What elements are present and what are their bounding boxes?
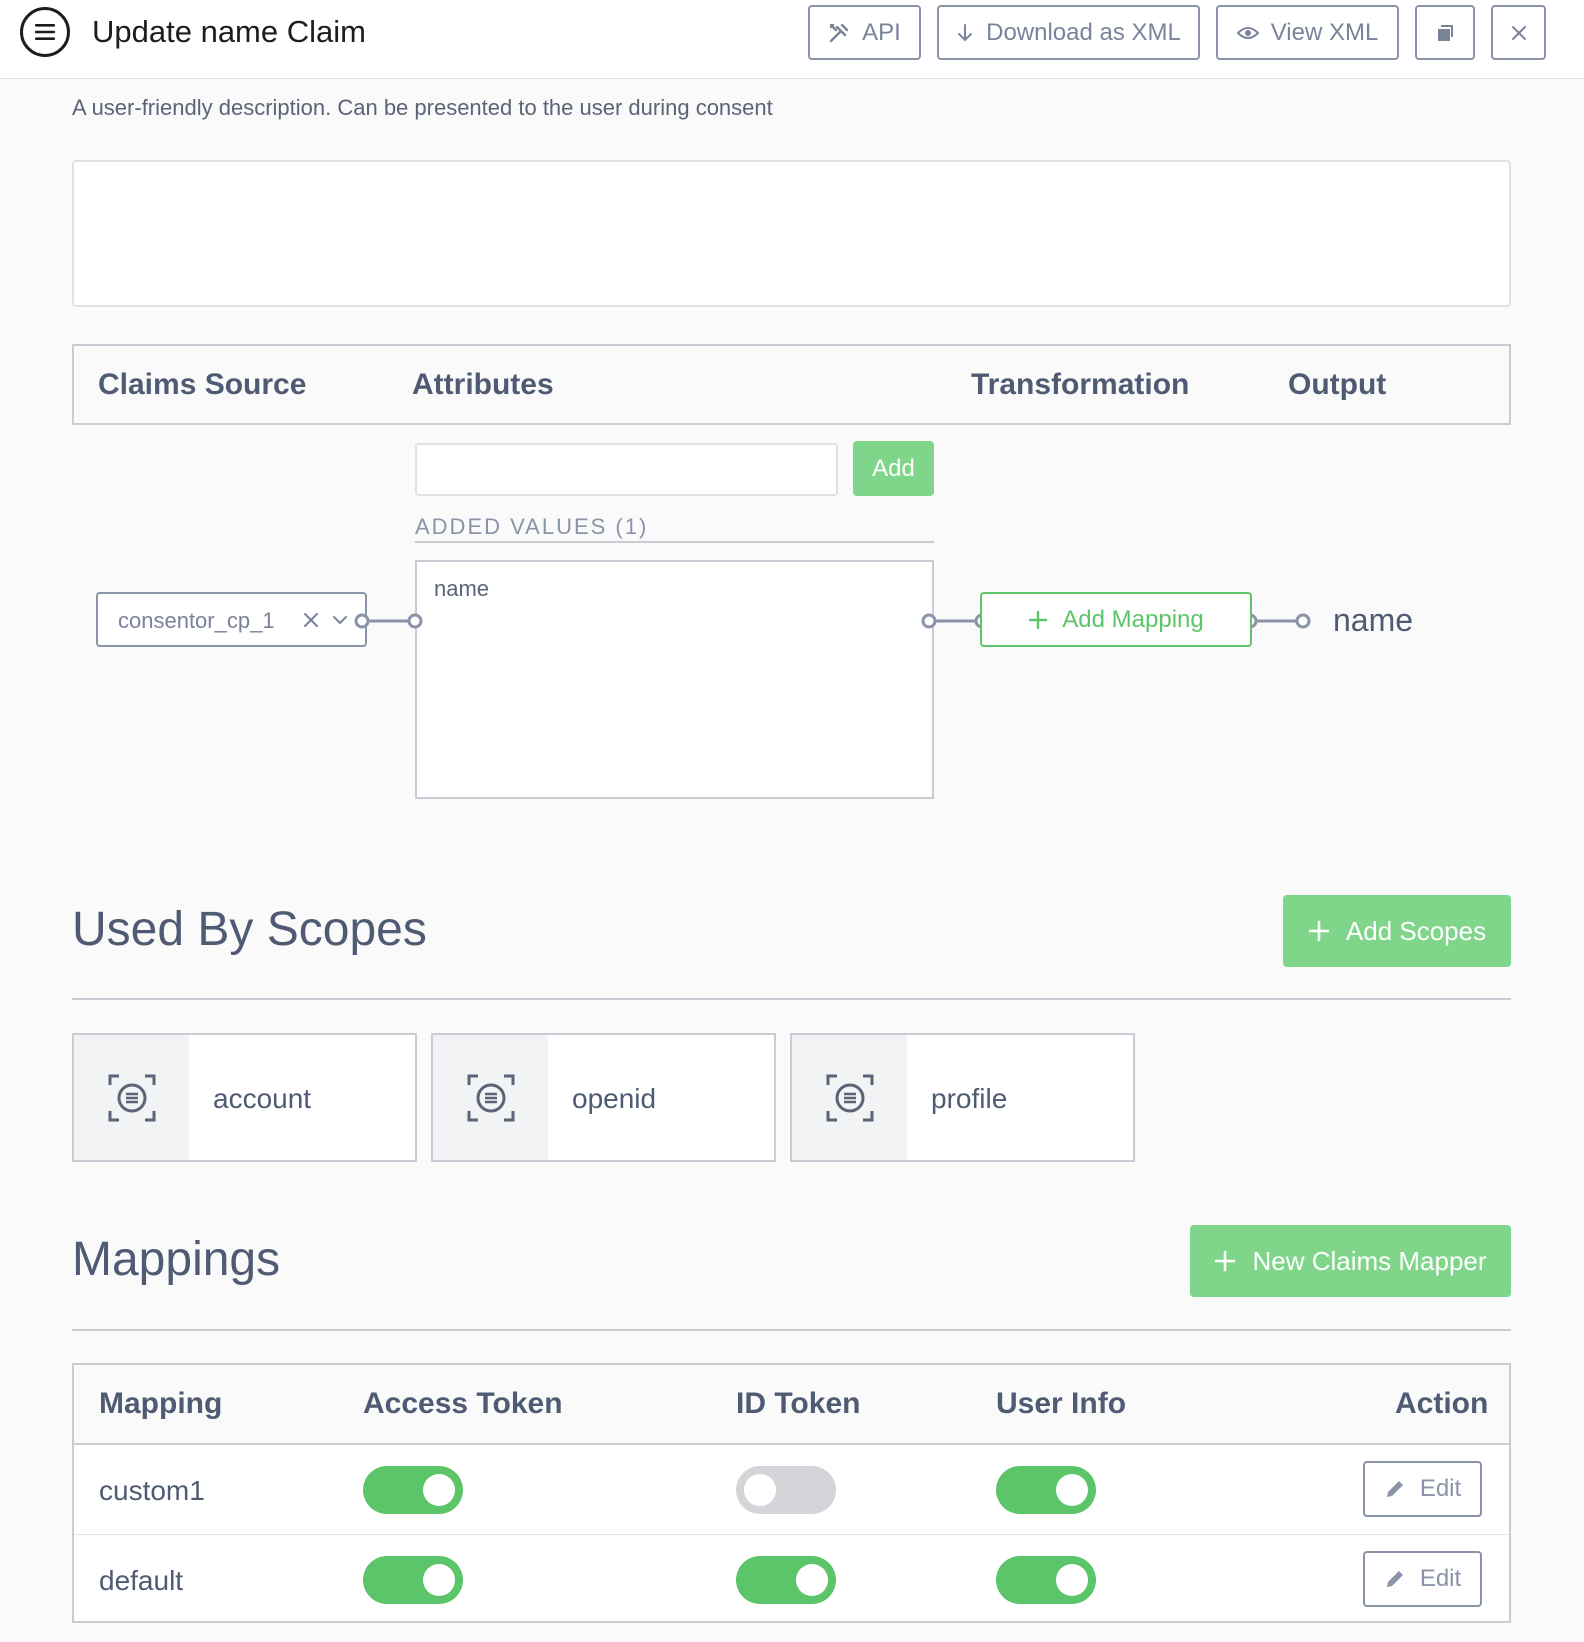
scope-card-account[interactable]: account (72, 1033, 417, 1162)
description-label: A user-friendly description. Can be pres… (72, 95, 773, 120)
id-token-column-header: ID Token (736, 1387, 861, 1420)
plus-icon (1029, 610, 1048, 629)
claims-header: Claims Source Attributes Transformation … (72, 344, 1511, 425)
add-mapping-button[interactable]: Add Mapping (980, 592, 1252, 647)
scopes-section-title: Used By Scopes (72, 903, 427, 956)
menu-icon (35, 24, 55, 40)
view-xml-button[interactable]: View XML (1216, 5, 1399, 60)
tools-icon (829, 23, 849, 42)
scope-label: profile (931, 1083, 1008, 1114)
id-token-toggle[interactable] (736, 1556, 836, 1604)
page-title: Update name Claim (92, 14, 366, 49)
mappings-table-header: Mapping Access Token ID Token User Info … (74, 1365, 1509, 1445)
chevron-down-icon[interactable] (332, 613, 348, 627)
output-value: name (1333, 602, 1414, 638)
edit-label: Edit (1419, 1475, 1462, 1502)
table-row: custom1 Edit (74, 1445, 1509, 1534)
mappings-table: Mapping Access Token ID Token User Info … (72, 1363, 1511, 1623)
scopes-divider (72, 998, 1511, 1000)
id-token-toggle[interactable] (736, 1466, 836, 1514)
claims-source-value: consentor_cp_1 (118, 608, 275, 633)
pencil-icon (1386, 1481, 1403, 1497)
pencil-icon (1386, 1571, 1403, 1587)
scope-label: openid (572, 1083, 657, 1114)
download-xml-label: Download as XML (986, 18, 1181, 46)
new-claims-mapper-label: New Claims Mapper (1252, 1245, 1487, 1276)
mapping-name: custom1 (99, 1475, 205, 1506)
claims-source-select[interactable]: consentor_cp_1 (96, 592, 367, 647)
eye-icon (1236, 26, 1259, 39)
scope-card-profile[interactable]: profile (790, 1033, 1135, 1162)
new-claims-mapper-button[interactable]: New Claims Mapper (1190, 1225, 1511, 1297)
menu-button[interactable] (20, 7, 70, 57)
scope-icon (826, 1074, 873, 1121)
add-mapping-label: Add Mapping (1062, 605, 1204, 633)
action-column-header: Action (1395, 1387, 1489, 1420)
user-info-toggle[interactable] (996, 1556, 1096, 1604)
download-xml-button[interactable]: Download as XML (937, 5, 1200, 60)
user-info-column-header: User Info (996, 1387, 1127, 1420)
api-button[interactable]: API (808, 5, 921, 60)
output-header: Output (1288, 368, 1387, 401)
scope-card-openid[interactable]: openid (431, 1033, 776, 1162)
added-values-divider (415, 541, 934, 543)
claims-source-header: Claims Source (98, 368, 307, 401)
clear-icon[interactable] (302, 611, 320, 629)
edit-label: Edit (1419, 1565, 1462, 1592)
copy-button[interactable] (1415, 5, 1475, 60)
added-values-list: name (415, 560, 934, 799)
table-row: default Edit (74, 1534, 1509, 1623)
edit-button[interactable]: Edit (1363, 1461, 1482, 1517)
copy-icon (1438, 24, 1453, 41)
view-xml-label: View XML (1270, 18, 1379, 46)
added-values-label: ADDED VALUES (1) (415, 514, 649, 539)
mapping-name: default (99, 1565, 184, 1596)
access-token-toggle[interactable] (363, 1556, 463, 1604)
plus-icon (1215, 1250, 1236, 1272)
add-scopes-label: Add Scopes (1345, 915, 1487, 946)
close-icon (1511, 25, 1526, 40)
mapping-column-header: Mapping (99, 1387, 223, 1420)
description-field[interactable] (72, 160, 1511, 307)
edit-button[interactable]: Edit (1363, 1551, 1482, 1607)
scope-icon (108, 1074, 155, 1121)
scope-label: account (213, 1083, 312, 1114)
add-scopes-button[interactable]: Add Scopes (1283, 895, 1511, 967)
attribute-input[interactable] (415, 443, 838, 496)
close-button[interactable] (1491, 5, 1546, 60)
attributes-header: Attributes (412, 368, 554, 401)
transformation-header: Transformation (971, 368, 1190, 401)
added-value-item[interactable]: name (434, 576, 489, 602)
arrow-down-icon (958, 23, 973, 41)
user-info-toggle[interactable] (996, 1466, 1096, 1514)
mappings-section-title: Mappings (72, 1233, 281, 1286)
access-token-column-header: Access Token (363, 1387, 563, 1420)
access-token-toggle[interactable] (363, 1466, 463, 1514)
top-bar: Update name Claim API Download as XML Vi… (0, 0, 1584, 79)
api-button-label: API (862, 18, 901, 46)
mappings-divider (72, 1329, 1511, 1331)
plus-icon (1308, 920, 1330, 942)
add-attribute-button[interactable]: Add (853, 441, 934, 496)
scope-icon (467, 1074, 514, 1121)
